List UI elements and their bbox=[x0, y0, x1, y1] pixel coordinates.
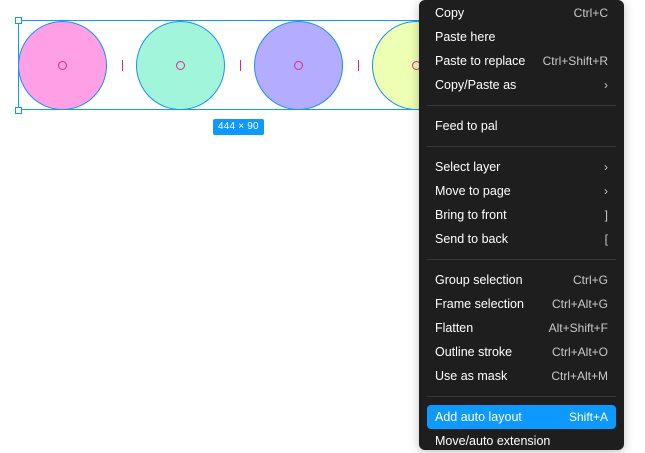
chevron-right-icon: › bbox=[604, 78, 608, 92]
menu-item-shortcut: Ctrl+Alt+M bbox=[551, 369, 608, 383]
menu-item-label: Send to back bbox=[435, 232, 508, 246]
menu-item-label: Paste here bbox=[435, 30, 496, 44]
menu-item-label: Move/auto extension bbox=[435, 434, 551, 448]
menu-item-move-to-page[interactable]: Move to page › bbox=[427, 179, 616, 203]
menu-separator bbox=[427, 396, 616, 397]
resize-handle-bottom-left[interactable] bbox=[15, 107, 22, 114]
menu-item-shortcut: Ctrl+Shift+R bbox=[542, 54, 608, 68]
menu-item-copy-paste-as[interactable]: Copy/Paste as › bbox=[427, 73, 616, 97]
context-menu: Copy Ctrl+C Paste here Paste to replace Ctrl… bbox=[419, 0, 624, 450]
menu-item-label: Add auto layout bbox=[435, 410, 522, 424]
menu-item-use-as-mask[interactable]: Use as mask Ctrl+Alt+M bbox=[427, 364, 616, 388]
menu-item-shortcut: Shift+A bbox=[568, 410, 608, 424]
menu-item-label: Copy bbox=[435, 6, 465, 20]
menu-item-label: Feed to pal bbox=[435, 119, 498, 133]
menu-item-bring-to-front[interactable]: Bring to front] bbox=[427, 203, 616, 227]
menu-item-label: Move to page bbox=[435, 184, 511, 198]
menu-item-add-auto-layout[interactable]: Add auto layout Shift+A bbox=[427, 405, 616, 429]
menu-item-label: Copy/Paste as bbox=[435, 78, 517, 92]
menu-item-label: Outline stroke bbox=[435, 345, 513, 359]
menu-item-group-selection[interactable]: Group selection Ctrl+G bbox=[427, 268, 616, 292]
resize-handle-top-left[interactable] bbox=[15, 17, 22, 24]
menu-item-paste-here[interactable]: Paste here bbox=[427, 25, 616, 49]
menu-item-shortcut: ] bbox=[604, 208, 608, 222]
menu-item-label: Group selection bbox=[435, 273, 523, 287]
menu-item-label: Select layer bbox=[435, 160, 501, 174]
menu-separator bbox=[427, 259, 616, 260]
menu-item-move-auto-extension[interactable]: Move/auto extension bbox=[427, 429, 616, 453]
menu-item-label: Use as mask bbox=[435, 369, 508, 383]
menu-item-paste-to-replace[interactable]: Paste to replace Ctrl+Shift+R bbox=[427, 49, 616, 73]
menu-item-shortcut: Ctrl+Alt+O bbox=[551, 345, 608, 359]
chevron-right-icon: › bbox=[604, 160, 608, 174]
menu-item-select-layer[interactable]: Select layer › bbox=[427, 155, 616, 179]
selection-box[interactable] bbox=[18, 20, 462, 110]
menu-item-shortcut: [ bbox=[604, 232, 608, 246]
menu-item-copy[interactable]: Copy Ctrl+C bbox=[427, 1, 616, 25]
menu-item-flatten[interactable]: Flatten Alt+Shift+F bbox=[427, 316, 616, 340]
menu-item-send-to-back[interactable]: Send to back [ bbox=[427, 227, 616, 251]
menu-item-shortcut: Alt+Shift+F bbox=[548, 321, 608, 335]
menu-item-feed-to-pal[interactable]: Feed to pal bbox=[427, 114, 616, 138]
menu-item-label: Flatten bbox=[435, 321, 474, 335]
menu-item-label: Paste to replace bbox=[435, 54, 526, 68]
menu-item-label: Frame selection bbox=[435, 297, 524, 311]
menu-separator bbox=[427, 146, 616, 147]
menu-separator bbox=[427, 105, 616, 106]
selection-size-badge: 444 × 90 bbox=[213, 119, 264, 135]
menu-item-shortcut: Ctrl+C bbox=[573, 6, 608, 20]
menu-item-label: Bring to front bbox=[435, 208, 507, 222]
menu-item-shortcut: Ctrl+Alt+G bbox=[551, 297, 608, 311]
menu-item-outline-stroke[interactable]: Outline stroke Ctrl+Alt+O bbox=[427, 340, 616, 364]
menu-item-frame-selection[interactable]: Frame selection Ctrl+Alt+G bbox=[427, 292, 616, 316]
menu-item-shortcut: Ctrl+G bbox=[572, 273, 608, 287]
chevron-right-icon: › bbox=[604, 184, 608, 198]
